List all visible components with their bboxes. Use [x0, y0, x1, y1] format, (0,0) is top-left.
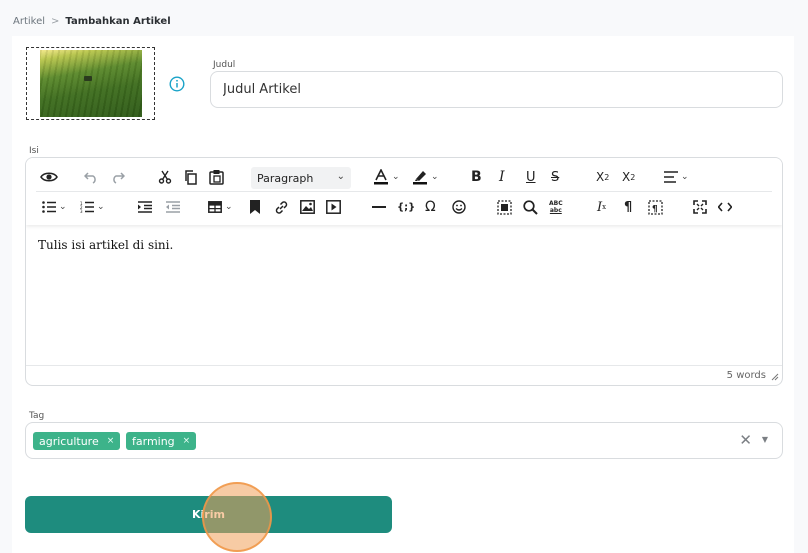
- svg-text:¶: ¶: [652, 204, 658, 214]
- block-format-value: Paragraph: [257, 171, 314, 185]
- text-color-button[interactable]: ⌄: [373, 168, 400, 186]
- paragraph-mark-icon[interactable]: ¶: [624, 198, 632, 216]
- outdent-icon[interactable]: [166, 198, 180, 216]
- chevron-down-icon: ⌄: [431, 172, 439, 182]
- cut-icon[interactable]: [158, 168, 172, 186]
- breadcrumb: Artikel > Tambahkan Artikel: [13, 16, 171, 27]
- remove-tag-icon[interactable]: ×: [107, 436, 115, 446]
- chevron-down-icon: ⌄: [97, 202, 105, 212]
- link-icon[interactable]: [274, 198, 289, 216]
- chevron-down-icon: ⌄: [336, 171, 345, 182]
- select-all-icon[interactable]: [497, 198, 512, 216]
- clear-formatting-icon[interactable]: Ix: [597, 198, 606, 216]
- strikethrough-icon[interactable]: S: [551, 168, 559, 186]
- superscript-icon[interactable]: X2: [596, 168, 609, 186]
- redo-icon[interactable]: [111, 168, 125, 186]
- resize-handle-icon[interactable]: [771, 373, 779, 381]
- tag-chip-label: agriculture: [39, 434, 99, 448]
- tag-label: Tag: [29, 411, 45, 421]
- tag-chip: agriculture ×: [33, 432, 121, 450]
- breadcrumb-current: Tambahkan Artikel: [65, 16, 171, 27]
- search-icon[interactable]: [523, 198, 538, 216]
- bookmark-icon[interactable]: [250, 198, 260, 216]
- chevron-down-icon: ⌄: [225, 202, 233, 212]
- svg-text:3: 3: [80, 209, 83, 213]
- body-label: Isi: [29, 146, 39, 156]
- title-input[interactable]: [210, 71, 783, 108]
- chevron-down-icon: ⌄: [59, 202, 67, 212]
- underline-icon[interactable]: U: [526, 168, 536, 186]
- submit-button[interactable]: Kirim: [25, 496, 392, 533]
- thumbnail-upload[interactable]: [26, 47, 155, 120]
- tag-chip-label: farming: [132, 434, 175, 448]
- chevron-down-icon[interactable]: ▼: [762, 435, 768, 444]
- chevron-down-icon: ⌄: [392, 172, 400, 182]
- indent-icon[interactable]: [138, 198, 152, 216]
- align-button[interactable]: ⌄: [664, 168, 689, 186]
- preview-icon[interactable]: [40, 168, 58, 186]
- remove-tag-icon[interactable]: ×: [183, 436, 191, 446]
- clear-tags-icon[interactable]: ✕: [739, 431, 752, 449]
- template-variable-icon[interactable]: {;}: [397, 198, 415, 216]
- chevron-down-icon: ⌄: [681, 172, 689, 182]
- image-icon[interactable]: [300, 198, 315, 216]
- emoji-icon[interactable]: [452, 198, 466, 216]
- tag-chip: farming ×: [126, 432, 197, 450]
- subscript-icon[interactable]: X2: [622, 168, 635, 186]
- source-code-icon[interactable]: [718, 198, 732, 216]
- highlight-color-button[interactable]: ⌄: [412, 168, 439, 186]
- paste-icon[interactable]: [209, 168, 224, 186]
- bold-icon[interactable]: B: [471, 168, 482, 186]
- editor-statusbar: 5 words: [26, 365, 782, 385]
- title-label: Judul: [213, 60, 236, 70]
- media-icon[interactable]: [326, 198, 341, 216]
- rich-text-editor: Paragraph ⌄ ⌄ ⌄ B I U S X2 X2 ⌄ ⌄ 1 2 3 …: [25, 157, 783, 386]
- special-character-icon[interactable]: Ω: [425, 198, 436, 216]
- bullet-list-button[interactable]: ⌄: [42, 198, 67, 216]
- editor-toolbar: Paragraph ⌄ ⌄ ⌄ B I U S X2 X2 ⌄ ⌄ 1 2 3 …: [26, 158, 782, 225]
- copy-icon[interactable]: [184, 168, 197, 186]
- fullscreen-icon[interactable]: [693, 198, 707, 216]
- info-icon[interactable]: [169, 76, 185, 92]
- thumbnail-image: [39, 50, 142, 117]
- horizontal-rule-icon[interactable]: [372, 198, 386, 216]
- numbered-list-button[interactable]: 123 ⌄: [80, 198, 105, 216]
- table-button[interactable]: ⌄: [208, 198, 233, 216]
- italic-icon[interactable]: I: [499, 168, 505, 186]
- tag-select[interactable]: agriculture × farming × ✕ ▼: [25, 422, 783, 459]
- undo-icon[interactable]: [84, 168, 98, 186]
- breadcrumb-separator: >: [51, 16, 60, 27]
- show-blocks-icon[interactable]: ¶: [648, 198, 663, 216]
- breadcrumb-parent[interactable]: Artikel: [13, 16, 45, 27]
- spellcheck-icon[interactable]: ABC abc: [549, 198, 563, 216]
- block-format-select[interactable]: Paragraph ⌄: [251, 167, 351, 189]
- word-count[interactable]: 5 words: [727, 370, 766, 381]
- editor-content[interactable]: Tulis isi artikel di sini.: [38, 238, 173, 252]
